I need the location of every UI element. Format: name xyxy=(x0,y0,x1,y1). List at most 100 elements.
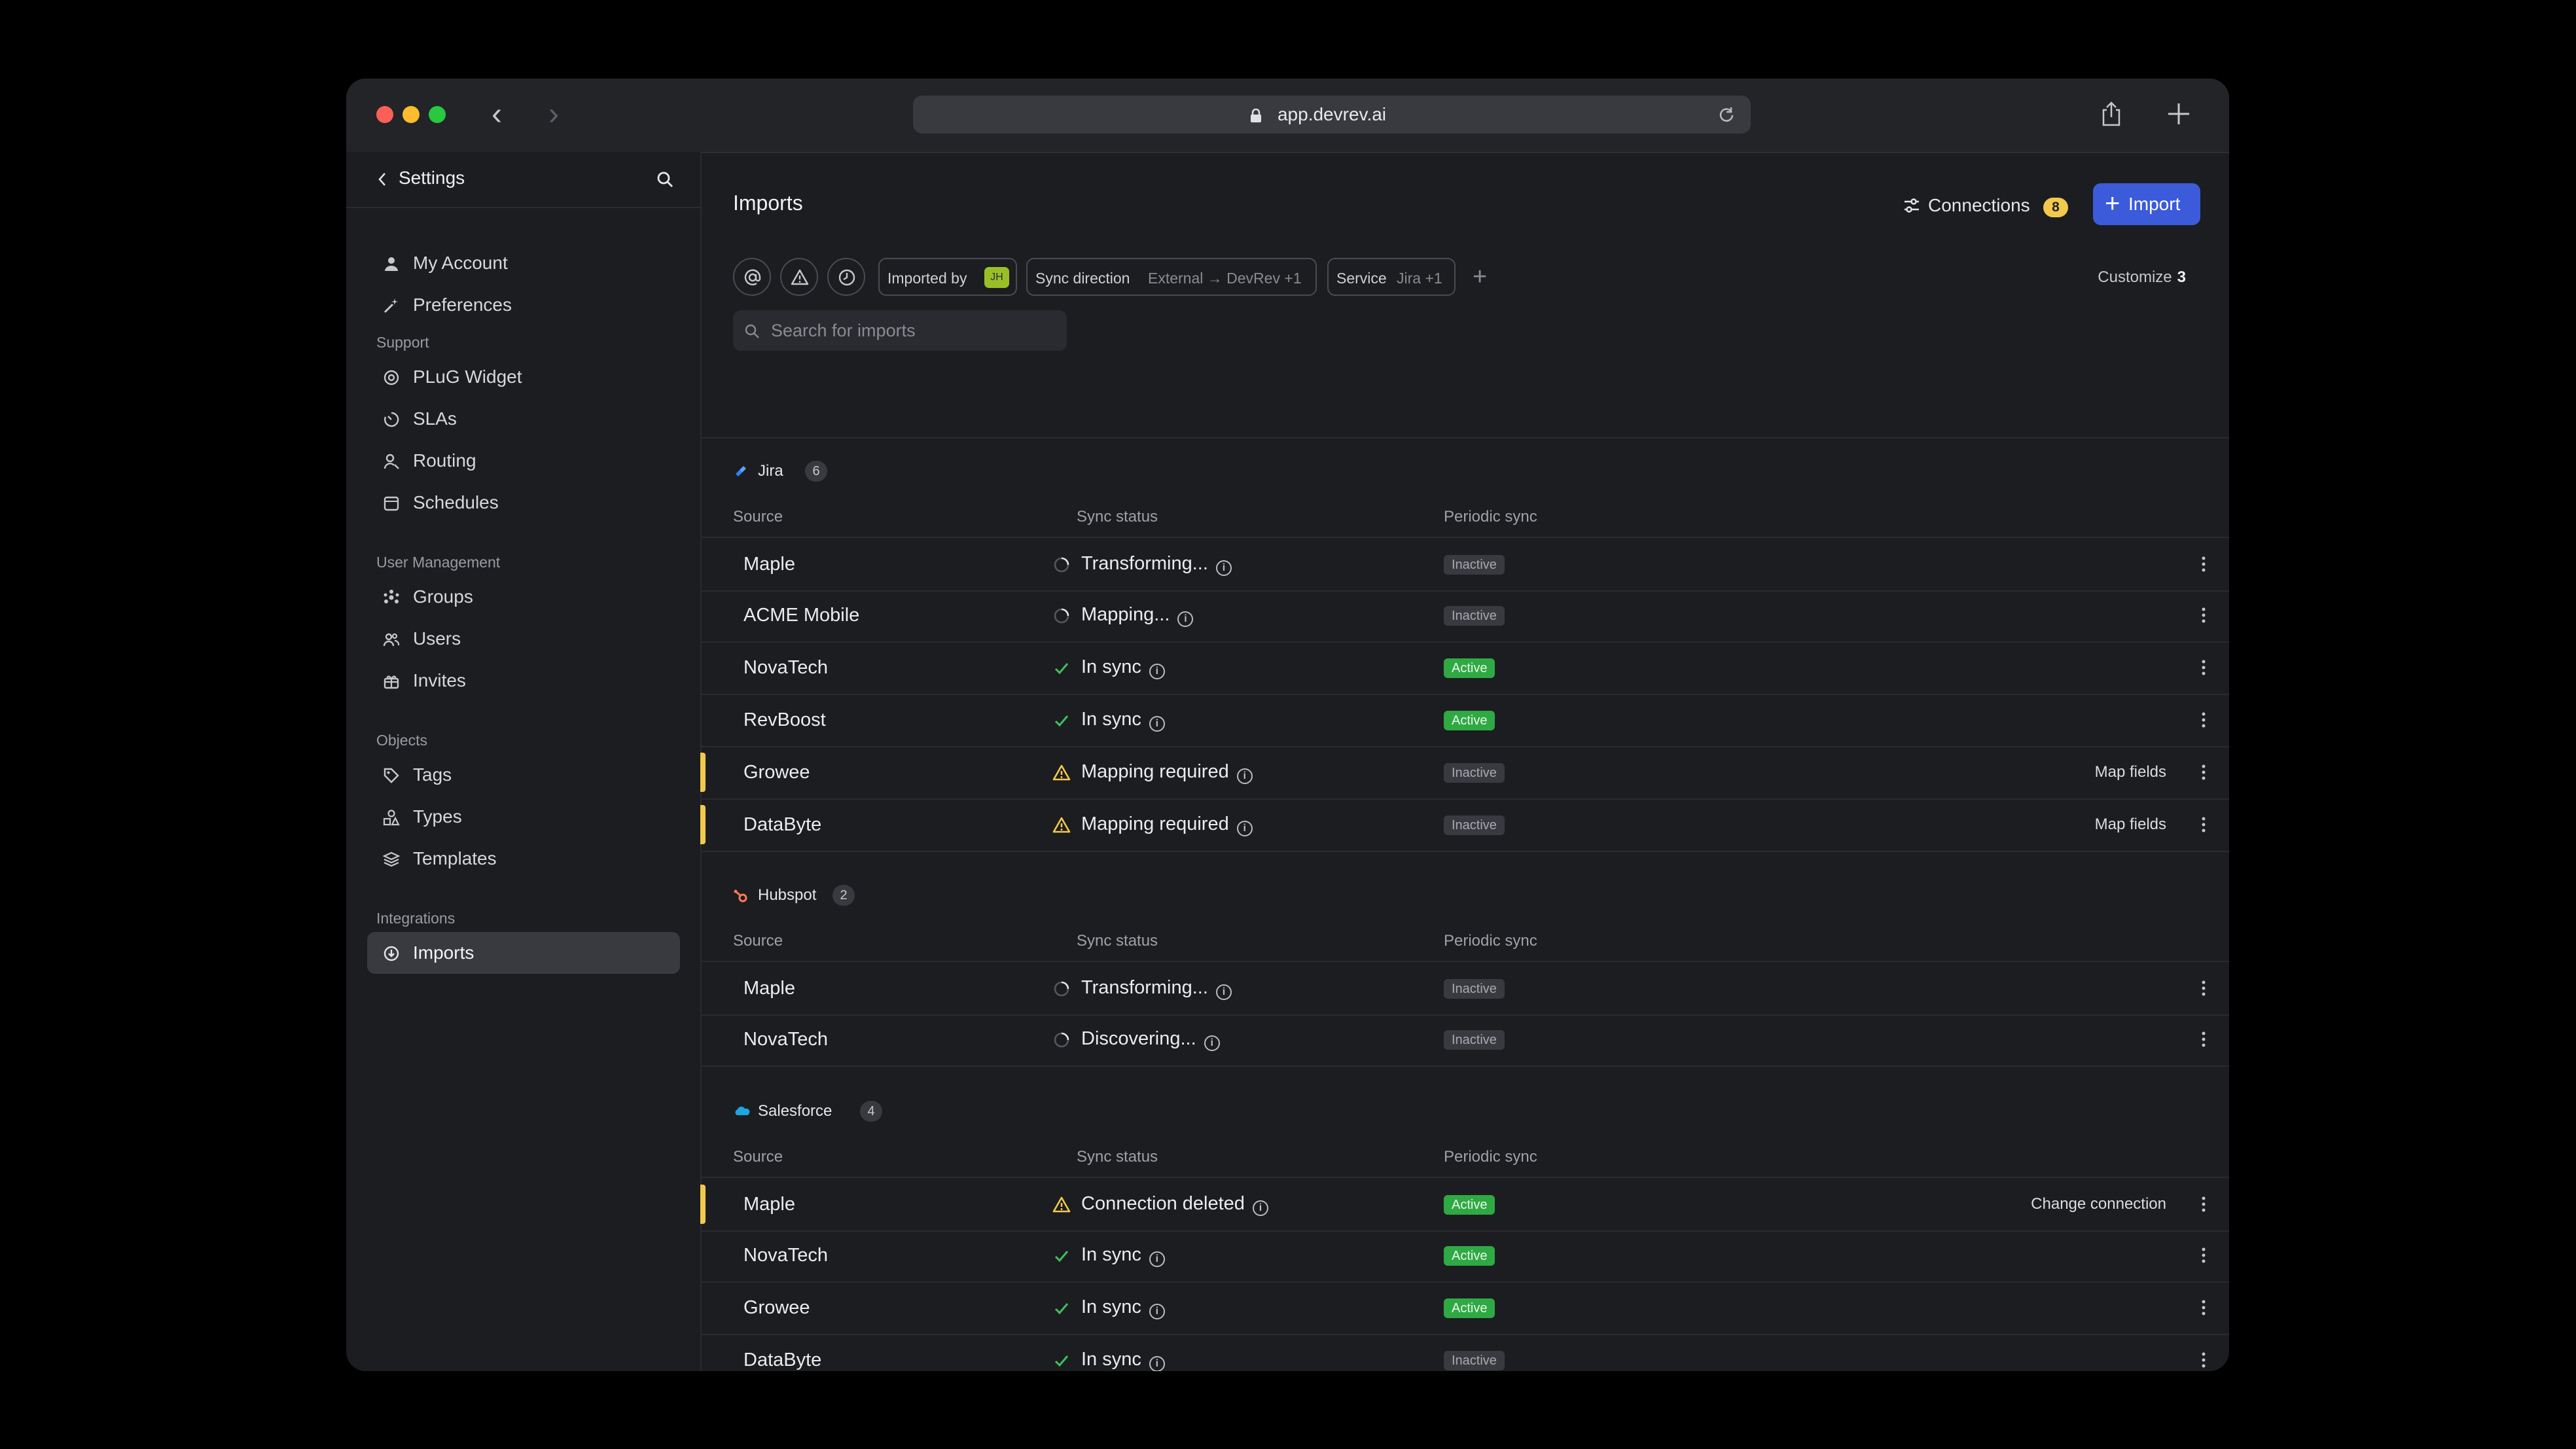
info-icon[interactable]: i xyxy=(1236,821,1253,836)
sidebar-item-imports[interactable]: Imports xyxy=(367,932,680,974)
sidebar-section-user-management: User Management xyxy=(376,554,501,571)
info-icon[interactable]: i xyxy=(1204,1035,1220,1051)
table-row[interactable]: NovaTech In sync i Active xyxy=(700,641,2229,695)
jira-icon xyxy=(736,466,746,476)
more-vertical-icon[interactable] xyxy=(2200,1298,2207,1317)
sidebar-section-objects: Objects xyxy=(376,732,427,749)
sidebar-item-plug-widget[interactable]: PLuG Widget xyxy=(367,356,680,398)
address-bar[interactable]: app.devrev.ai xyxy=(913,96,1751,134)
at-sign-icon xyxy=(744,269,761,285)
service-filter[interactable]: Service Jira +1 xyxy=(1327,258,1456,296)
more-vertical-icon[interactable] xyxy=(2200,979,2207,997)
info-icon[interactable]: i xyxy=(1236,768,1253,784)
new-tab-icon[interactable] xyxy=(2166,101,2192,127)
periodic-sync-badge: Active xyxy=(1444,1298,1495,1318)
table-row[interactable]: Growee Mapping required i Inactive Map field… xyxy=(700,746,2229,800)
sidebar-item-routing[interactable]: Routing xyxy=(367,440,680,482)
settings-back-link[interactable]: Settings xyxy=(399,168,465,188)
sidebar-item-invites[interactable]: Invites xyxy=(367,660,680,702)
more-vertical-icon[interactable] xyxy=(2200,658,2207,677)
search-icon[interactable] xyxy=(656,170,674,188)
table-row[interactable]: Maple Transforming... i Inactive xyxy=(700,537,2229,592)
close-window-button[interactable] xyxy=(376,106,393,123)
row-action-button[interactable]: Map fields xyxy=(2095,763,2166,781)
table-row[interactable]: Growee In sync i Active xyxy=(700,1281,2229,1335)
share-icon[interactable] xyxy=(2100,101,2122,127)
table-row[interactable]: ACME Mobile Mapping... i Inactive xyxy=(700,589,2229,643)
warning-filter-button[interactable] xyxy=(780,258,818,296)
search-imports-input[interactable]: Search for imports xyxy=(733,310,1067,351)
sliders-icon xyxy=(1905,198,1919,213)
sidebar-item-types[interactable]: Types xyxy=(367,796,680,838)
table-row[interactable]: Maple Connection deleted i Active Change con… xyxy=(700,1177,2229,1232)
forward-arrow-icon[interactable]: › xyxy=(537,98,570,131)
table-row[interactable]: RevBoost In sync i Active xyxy=(700,694,2229,747)
import-icon xyxy=(384,946,399,961)
chevron-left-icon[interactable] xyxy=(378,171,387,187)
more-vertical-icon[interactable] xyxy=(2200,1195,2207,1213)
more-vertical-icon[interactable] xyxy=(2200,815,2207,834)
groups-icon xyxy=(384,590,399,603)
users-icon xyxy=(383,633,400,647)
reload-icon[interactable] xyxy=(1718,106,1735,123)
table-row[interactable]: NovaTech Discovering... i Inactive xyxy=(700,1013,2229,1067)
sidebar-item-tags[interactable]: Tags xyxy=(367,754,680,796)
more-vertical-icon[interactable] xyxy=(2200,1351,2207,1369)
sidebar-item-preferences[interactable]: Preferences xyxy=(367,284,680,326)
column-header-sync-status: Sync status xyxy=(1077,508,1158,526)
sidebar-item-templates[interactable]: Templates xyxy=(367,838,680,880)
group-count-badge: 6 xyxy=(805,461,827,482)
sync-status-text: Connection deleted i xyxy=(1081,1193,1268,1216)
info-icon[interactable]: i xyxy=(1177,611,1194,627)
warning-triangle-icon xyxy=(1052,764,1071,781)
calendar-icon xyxy=(384,496,399,511)
info-icon[interactable]: i xyxy=(1252,1200,1268,1216)
customize-button[interactable]: Customize 3 xyxy=(2098,268,2186,287)
mention-filter-button[interactable] xyxy=(733,258,771,296)
source-name: DataByte xyxy=(743,814,822,835)
sidebar-item-schedules[interactable]: Schedules xyxy=(367,482,680,524)
info-icon[interactable]: i xyxy=(1215,984,1232,1000)
column-header-source: Source xyxy=(733,1148,783,1166)
back-arrow-icon[interactable]: ‹ xyxy=(480,98,513,131)
sidebar-item-groups[interactable]: Groups xyxy=(367,576,680,618)
table-row[interactable]: DataByte Mapping required i Inactive Map fie… xyxy=(700,798,2229,852)
more-vertical-icon[interactable] xyxy=(2200,606,2207,624)
import-button[interactable]: + Import xyxy=(2093,183,2200,225)
info-icon[interactable]: i xyxy=(1149,1304,1165,1319)
info-icon[interactable]: i xyxy=(1149,716,1165,732)
hubspot-icon xyxy=(734,889,747,903)
more-vertical-icon[interactable] xyxy=(2200,711,2207,729)
info-icon[interactable]: i xyxy=(1149,1356,1165,1371)
maximize-window-button[interactable] xyxy=(429,106,446,123)
row-action-button[interactable]: Map fields xyxy=(2095,815,2166,834)
minimize-window-button[interactable] xyxy=(402,106,420,123)
column-header-periodic-sync: Periodic sync xyxy=(1444,508,1537,526)
table-row[interactable]: Maple Transforming... i Inactive xyxy=(700,961,2229,1016)
sidebar-item-my-account[interactable]: My Account xyxy=(367,242,680,284)
info-icon[interactable]: i xyxy=(1149,1251,1165,1267)
imported-by-filter[interactable]: Imported by JH xyxy=(878,258,1017,296)
add-filter-plus-icon[interactable]: + xyxy=(1473,258,1487,296)
sync-direction-filter[interactable]: Sync direction External → DevRev +1 xyxy=(1026,258,1317,296)
table-row[interactable]: NovaTech In sync i Active xyxy=(700,1229,2229,1283)
clock-filter-button[interactable] xyxy=(827,258,865,296)
more-vertical-icon[interactable] xyxy=(2200,555,2207,573)
info-icon[interactable]: i xyxy=(1149,664,1165,679)
sync-status-text: In sync i xyxy=(1081,709,1165,732)
periodic-sync-badge: Inactive xyxy=(1444,1030,1505,1050)
source-name: Growee xyxy=(743,762,810,783)
more-vertical-icon[interactable] xyxy=(2200,1246,2207,1264)
table-row[interactable]: DataByte In sync i Inactive xyxy=(700,1334,2229,1371)
sidebar-item-users[interactable]: Users xyxy=(367,618,680,660)
checkmark-icon xyxy=(1054,1303,1069,1315)
more-vertical-icon[interactable] xyxy=(2200,1030,2207,1048)
periodic-sync-badge: Active xyxy=(1444,1195,1495,1215)
sync-status-text: In sync i xyxy=(1081,1349,1165,1371)
row-action-button[interactable]: Change connection xyxy=(2031,1195,2166,1213)
info-icon[interactable]: i xyxy=(1215,560,1232,576)
source-name: ACME Mobile xyxy=(743,605,860,626)
sidebar-item-slas[interactable]: SLAs xyxy=(367,398,680,440)
more-vertical-icon[interactable] xyxy=(2200,763,2207,781)
clock-icon xyxy=(838,269,855,286)
